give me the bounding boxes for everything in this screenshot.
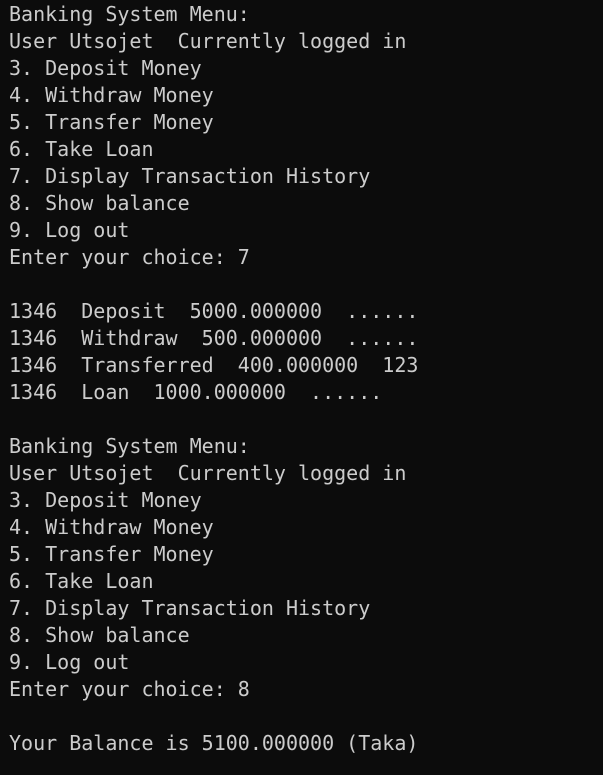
menu-option-history: 7. Display Transaction History [9, 596, 371, 620]
menu-option-transfer: 5. Transfer Money [9, 110, 214, 134]
menu-option-deposit: 3. Deposit Money [9, 56, 202, 80]
transaction-row: 1346 Transferred 400.000000 123 [9, 353, 419, 377]
menu-option-transfer: 5. Transfer Money [9, 542, 214, 566]
balance-output: Your Balance is 5100.000000 (Taka) [9, 731, 419, 755]
menu-option-loan: 6. Take Loan [9, 137, 154, 161]
menu-title: Banking System Menu: [9, 2, 250, 26]
menu-option-withdraw: 4. Withdraw Money [9, 83, 214, 107]
logged-in-user-line: User Utsojet Currently logged in [9, 461, 407, 485]
logged-in-user-line: User Utsojet Currently logged in [9, 29, 407, 53]
menu-option-balance: 8. Show balance [9, 623, 190, 647]
choice-prompt: Enter your choice: 7 [9, 245, 250, 269]
transaction-row: 1346 Deposit 5000.000000 ...... [9, 299, 419, 323]
menu-option-logout: 9. Log out [9, 218, 130, 242]
menu-option-history: 7. Display Transaction History [9, 164, 371, 188]
menu-option-logout: 9. Log out [9, 650, 130, 674]
menu-option-loan: 6. Take Loan [9, 569, 154, 593]
terminal-output[interactable]: Banking System Menu: User Utsojet Curren… [9, 1, 603, 757]
menu-option-withdraw: 4. Withdraw Money [9, 515, 214, 539]
menu-option-deposit: 3. Deposit Money [9, 488, 202, 512]
choice-prompt: Enter your choice: 8 [9, 677, 250, 701]
transaction-row: 1346 Withdraw 500.000000 ...... [9, 326, 419, 350]
transaction-row: 1346 Loan 1000.000000 ...... [9, 380, 383, 404]
menu-title: Banking System Menu: [9, 434, 250, 458]
menu-option-balance: 8. Show balance [9, 191, 190, 215]
